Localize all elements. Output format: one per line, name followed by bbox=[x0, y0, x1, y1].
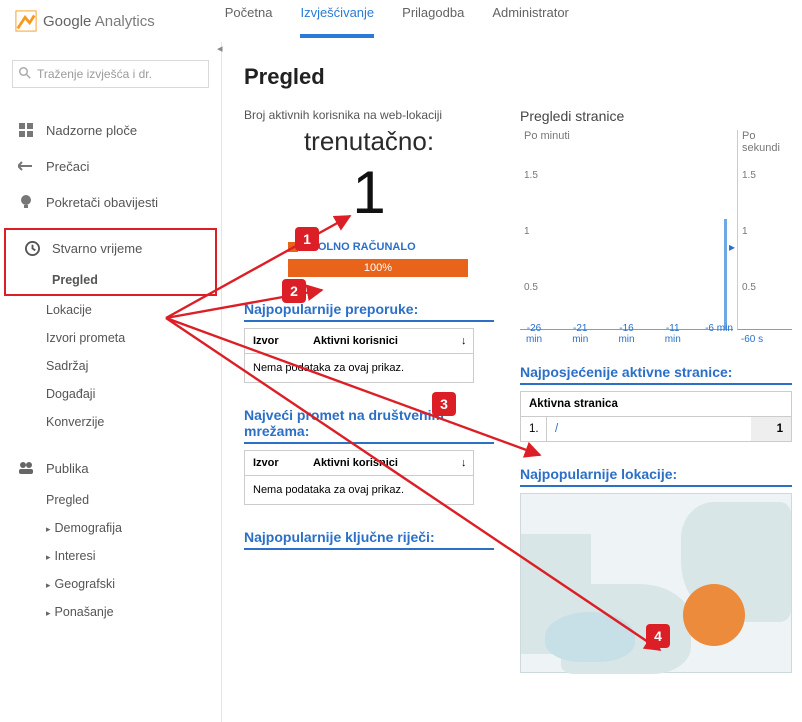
shortcut-icon bbox=[18, 158, 34, 174]
row-value: 1 bbox=[751, 417, 791, 441]
chart-per-second[interactable]: Po sekundi 1.5 1 0.5 -60 s bbox=[737, 130, 792, 330]
sidebar-item-dashboards[interactable]: Nadzorne ploče bbox=[0, 112, 221, 148]
row-index: 1. bbox=[521, 417, 547, 441]
bar-last-minute bbox=[724, 219, 727, 329]
ytick: 1 bbox=[524, 226, 530, 237]
search-icon bbox=[19, 67, 31, 82]
sidebar-item-label: Pokretači obavijesti bbox=[46, 195, 158, 210]
sidebar-sub-content[interactable]: Sadržaj bbox=[46, 352, 221, 380]
search-placeholder: Traženje izvješća i dr. bbox=[37, 67, 152, 81]
sidebar: ◂ Traženje izvješća i dr. Nadzorne ploče… bbox=[0, 42, 222, 722]
ytick: 1.5 bbox=[742, 170, 756, 181]
sidebar-sub-geographic[interactable]: Geografski bbox=[46, 570, 221, 598]
device-label: STOLNO RAČUNALO bbox=[304, 241, 416, 253]
sidebar-item-realtime[interactable]: Stvarno vrijeme bbox=[6, 230, 215, 266]
x-labels: -26 min -21 min -16 min -11 min -6 min bbox=[520, 323, 733, 345]
nav-customize[interactable]: Prilagodba bbox=[402, 5, 464, 38]
sidebar-item-alerts[interactable]: Pokretači obavijesti bbox=[0, 184, 221, 220]
ytick: 1.5 bbox=[524, 170, 538, 181]
sidebar-collapse-handle[interactable]: ◂ bbox=[217, 42, 227, 58]
table-social: Izvor Aktivni korisnici ↓ Nema podataka … bbox=[244, 450, 474, 505]
col-left: Broj aktivnih korisnika na web-lokaciji … bbox=[244, 108, 494, 673]
col-source[interactable]: Izvor bbox=[245, 329, 305, 353]
sidebar-sub-aud-overview[interactable]: Pregled bbox=[46, 486, 221, 514]
sidebar-item-shortcuts[interactable]: Prečaci bbox=[0, 148, 221, 184]
logo-text: Google Analytics bbox=[43, 13, 155, 30]
table-referrals: Izvor Aktivni korisnici ↓ Nema podataka … bbox=[244, 328, 474, 383]
active-now-word: trenutačno: bbox=[244, 126, 494, 157]
col-active-page[interactable]: Aktivna stranica bbox=[521, 392, 791, 417]
chart-next-icon[interactable]: ▸ bbox=[729, 240, 735, 254]
pageviews-title: Pregledi stranice bbox=[520, 108, 792, 124]
table-nodata: Nema podataka za ovaj prikaz. bbox=[245, 354, 473, 382]
bulb-icon bbox=[18, 194, 34, 210]
sidebar-sub-events[interactable]: Događaji bbox=[46, 380, 221, 408]
device-percent-bar: 100% bbox=[288, 259, 468, 277]
sidebar-sub-overview[interactable]: Pregled bbox=[52, 266, 215, 294]
page-title: Pregled bbox=[244, 64, 792, 90]
panel-referrals-title: Najpopularnije preporuke: bbox=[244, 301, 494, 322]
sidebar-item-label: Stvarno vrijeme bbox=[52, 241, 142, 256]
annotation-badge-2: 2 bbox=[282, 279, 306, 303]
sidebar-item-label: Prečaci bbox=[46, 159, 89, 174]
col-source[interactable]: Izvor bbox=[245, 451, 305, 475]
sidebar-item-audience[interactable]: Publika bbox=[0, 450, 221, 486]
chart-min-caption: Po minuti bbox=[524, 130, 570, 142]
table-active-pages: Aktivna stranica 1. / 1 bbox=[520, 391, 792, 442]
logo: Google Analytics bbox=[15, 10, 155, 32]
sort-desc-icon[interactable]: ↓ bbox=[453, 451, 473, 475]
col-users[interactable]: Aktivni korisnici bbox=[305, 329, 453, 353]
col-right: Pregledi stranice Po minuti 1.5 1 0.5 ▸ … bbox=[520, 108, 792, 673]
ytick: 0.5 bbox=[524, 282, 538, 293]
panel-keywords-title: Najpopularnije ključne riječi: bbox=[244, 529, 494, 550]
annotation-badge-1: 1 bbox=[295, 227, 319, 251]
active-users-caption: Broj aktivnih korisnika na web-lokaciji bbox=[244, 108, 494, 122]
col-users[interactable]: Aktivni korisnici bbox=[305, 451, 453, 475]
dashboard-icon bbox=[18, 122, 34, 138]
panel-social-title: Najveći promet na društvenim mrežama: bbox=[244, 407, 494, 444]
x-labels: -60 s bbox=[738, 334, 792, 345]
clock-icon bbox=[24, 240, 40, 256]
search-input[interactable]: Traženje izvješća i dr. bbox=[12, 60, 209, 88]
table-nodata: Nema podataka za ovaj prikaz. bbox=[245, 476, 473, 504]
chart-per-minute[interactable]: Po minuti 1.5 1 0.5 ▸ -26 min -21 min -1… bbox=[520, 130, 733, 330]
panel-active-pages-title: Najposjećenije aktivne stranice: bbox=[520, 364, 792, 385]
sidebar-sub-traffic[interactable]: Izvori prometa bbox=[46, 324, 221, 352]
table-row[interactable]: 1. / 1 bbox=[521, 417, 791, 441]
sidebar-sub-interests[interactable]: Interesi bbox=[46, 542, 221, 570]
annotation-badge-4: 4 bbox=[646, 624, 670, 648]
sidebar-group-realtime-highlight: Stvarno vrijeme Pregled bbox=[4, 228, 217, 296]
row-path[interactable]: / bbox=[547, 417, 751, 441]
sort-desc-icon[interactable]: ↓ bbox=[453, 329, 473, 353]
ytick: 1 bbox=[742, 226, 748, 237]
map-location-dot[interactable] bbox=[683, 584, 745, 646]
nav-home[interactable]: Početna bbox=[225, 5, 273, 38]
panel-locations-title: Najpopularnije lokacije: bbox=[520, 466, 792, 487]
top-nav: Početna Izvješćivanje Prilagodba Adminis… bbox=[225, 5, 569, 38]
sidebar-sub-conversions[interactable]: Konverzije bbox=[46, 408, 221, 436]
app-header: Google Analytics Početna Izvješćivanje P… bbox=[0, 0, 802, 42]
sidebar-sub-behavior[interactable]: Ponašanje bbox=[46, 598, 221, 626]
main-content: Pregled Broj aktivnih korisnika na web-l… bbox=[222, 42, 802, 722]
annotation-badge-3: 3 bbox=[432, 392, 456, 416]
active-now-value: 1 bbox=[244, 163, 494, 223]
analytics-logo-icon bbox=[15, 10, 37, 32]
ytick: 0.5 bbox=[742, 282, 756, 293]
nav-admin[interactable]: Administrator bbox=[492, 5, 569, 38]
chart-sec-caption: Po sekundi bbox=[742, 130, 792, 154]
sidebar-item-label: Publika bbox=[46, 461, 89, 476]
sidebar-sub-locations[interactable]: Lokacije bbox=[46, 296, 221, 324]
sidebar-item-label: Nadzorne ploče bbox=[46, 123, 137, 138]
nav-reporting[interactable]: Izvješćivanje bbox=[300, 5, 374, 38]
people-icon bbox=[18, 460, 34, 476]
map-sea bbox=[545, 612, 635, 662]
sidebar-sub-demographics[interactable]: Demografija bbox=[46, 514, 221, 542]
